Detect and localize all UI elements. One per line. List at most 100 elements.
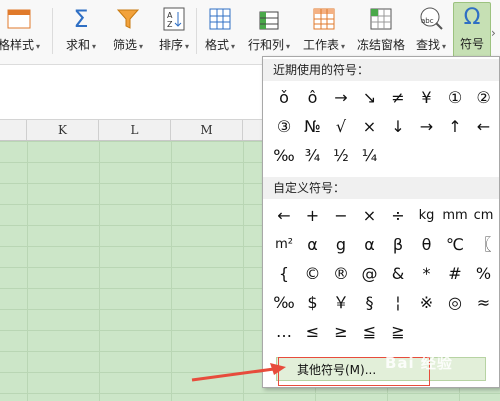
symbol-cell[interactable]: ↘: [356, 84, 384, 112]
cell-style-button[interactable]: 格样式 ▾: [0, 4, 44, 60]
symbol-cell[interactable]: mm: [441, 202, 469, 230]
sort-az-icon: AZ: [163, 7, 185, 31]
symbol-cell[interactable]: kg: [413, 202, 441, 230]
symbol-cell[interactable]: {: [270, 260, 298, 288]
symbol-cell[interactable]: β: [384, 231, 412, 259]
symbol-cell[interactable]: №: [299, 113, 327, 141]
filter-button[interactable]: 筛选 ▾: [106, 4, 150, 60]
column-header-k[interactable]: K: [27, 120, 99, 140]
symbol-cell[interactable]: @: [356, 260, 384, 288]
symbol-cell[interactable]: ≧: [384, 318, 412, 346]
svg-text:A: A: [167, 11, 173, 20]
symbol-cell[interactable]: θ: [413, 231, 441, 259]
recent-symbols-title: 近期使用的符号：: [263, 59, 499, 81]
column-header-m[interactable]: M: [171, 120, 243, 140]
symbol-cell[interactable]: ©: [299, 260, 327, 288]
symbol-cell[interactable]: ↑: [441, 113, 469, 141]
symbol-cell[interactable]: cm: [470, 202, 498, 230]
toolbar-divider: [52, 8, 53, 54]
symbol-cell[interactable]: +: [299, 202, 327, 230]
watermark-logo: Bai 经验: [385, 354, 453, 372]
column-header-l[interactable]: L: [99, 120, 171, 140]
symbol-cell[interactable]: §: [356, 289, 384, 317]
symbol-cell[interactable]: ←: [270, 202, 298, 230]
sort-button[interactable]: AZ 排序 ▾: [152, 4, 196, 60]
chevron-down-icon: ▾: [185, 42, 190, 51]
sum-button[interactable]: Σ 求和 ▾: [60, 4, 102, 60]
symbol-cell[interactable]: ‰: [270, 142, 298, 170]
symbol-button[interactable]: Ω 符号: [453, 2, 491, 62]
row-column-label: 行和列: [247, 38, 284, 52]
sort-label: 排序: [158, 38, 183, 52]
symbol-cell[interactable]: ≠: [384, 84, 412, 112]
chevron-down-icon: ▾: [139, 42, 144, 51]
symbol-cell[interactable]: ÷: [384, 202, 412, 230]
symbol-dropdown-panel: 近期使用的符号： ǒ ô → ↘ ≠ ¥ ① ② ③ № √ × ↓ → ↑ ← ‰ ¾ ½ ¼ 自定义符号： ← + −…: [262, 56, 500, 388]
symbol-cell[interactable]: ¼: [356, 142, 384, 170]
worksheet-label: 工作表: [302, 38, 339, 52]
symbol-cell[interactable]: ô: [299, 84, 327, 112]
chevron-down-icon: ▾: [36, 42, 41, 51]
symbol-cell[interactable]: √: [327, 113, 355, 141]
symbol-cell[interactable]: →: [413, 113, 441, 141]
worksheet-button[interactable]: 工作表 ▾: [297, 4, 351, 60]
cell-style-label: 格样式: [0, 38, 34, 52]
symbol-cell[interactable]: ×: [356, 202, 384, 230]
filter-icon: [116, 9, 140, 29]
symbol-cell[interactable]: ¾: [299, 142, 327, 170]
row-column-button[interactable]: 行和列 ▾: [243, 4, 295, 60]
find-button[interactable]: abc 查找 ▾: [410, 4, 452, 60]
symbol-cell[interactable]: ②: [470, 84, 498, 112]
symbol-cell[interactable]: …: [270, 318, 298, 346]
symbol-cell[interactable]: ③: [270, 113, 298, 141]
symbol-cell[interactable]: g: [327, 231, 355, 259]
svg-text:Z: Z: [167, 20, 173, 29]
column-header-partial[interactable]: [0, 120, 27, 140]
symbol-cell[interactable]: ℃: [441, 231, 469, 259]
symbol-cell[interactable]: ½: [327, 142, 355, 170]
freeze-panes-label: 冻结窗格: [356, 38, 405, 52]
worksheet-icon: [313, 8, 335, 30]
symbol-cell[interactable]: ¥: [413, 84, 441, 112]
symbol-cell[interactable]: ¦: [384, 289, 412, 317]
symbol-cell[interactable]: ◎: [441, 289, 469, 317]
symbol-cell[interactable]: ‰: [270, 289, 298, 317]
symbol-cell[interactable]: $: [299, 289, 327, 317]
toolbar-divider: [196, 8, 197, 54]
symbol-cell[interactable]: ≈: [470, 289, 498, 317]
symbol-cell[interactable]: m²: [270, 231, 298, 259]
symbol-cell[interactable]: →: [327, 84, 355, 112]
symbol-cell[interactable]: α: [299, 231, 327, 259]
find-abc-glyph: abc: [421, 17, 434, 25]
symbol-cell[interactable]: 〖: [470, 231, 498, 259]
symbol-cell[interactable]: ®: [327, 260, 355, 288]
symbol-cell[interactable]: ≦: [356, 318, 384, 346]
symbol-cell[interactable]: ※: [413, 289, 441, 317]
symbol-cell[interactable]: %: [470, 260, 498, 288]
chevron-down-icon: ▾: [92, 42, 97, 51]
freeze-panes-button[interactable]: 冻结窗格: [353, 4, 409, 60]
symbol-cell[interactable]: ≥: [327, 318, 355, 346]
symbol-cell[interactable]: ①: [441, 84, 469, 112]
symbol-cell[interactable]: #: [441, 260, 469, 288]
more-chevron-icon[interactable]: ›: [491, 26, 496, 40]
chevron-down-icon: ▾: [341, 42, 346, 51]
symbol-cell[interactable]: ↓: [384, 113, 412, 141]
symbol-cell[interactable]: &: [384, 260, 412, 288]
chevron-down-icon: ▾: [442, 42, 447, 51]
symbol-cell[interactable]: −: [327, 202, 355, 230]
annotation-arrow-icon: [191, 363, 286, 382]
symbol-cell[interactable]: ǒ: [270, 84, 298, 112]
symbol-cell[interactable]: ←: [470, 113, 498, 141]
symbol-cell[interactable]: *: [413, 260, 441, 288]
symbol-label: 符号: [459, 37, 484, 51]
sum-icon: Σ: [73, 5, 89, 33]
sum-label: 求和: [65, 38, 90, 52]
symbol-cell[interactable]: ￥: [327, 289, 355, 317]
format-grid-icon: [209, 8, 231, 30]
omega-icon: Ω: [463, 5, 481, 30]
symbol-cell[interactable]: ≤: [299, 318, 327, 346]
symbol-cell[interactable]: α: [356, 231, 384, 259]
symbol-cell[interactable]: ×: [356, 113, 384, 141]
format-button[interactable]: 格式 ▾: [198, 4, 242, 60]
